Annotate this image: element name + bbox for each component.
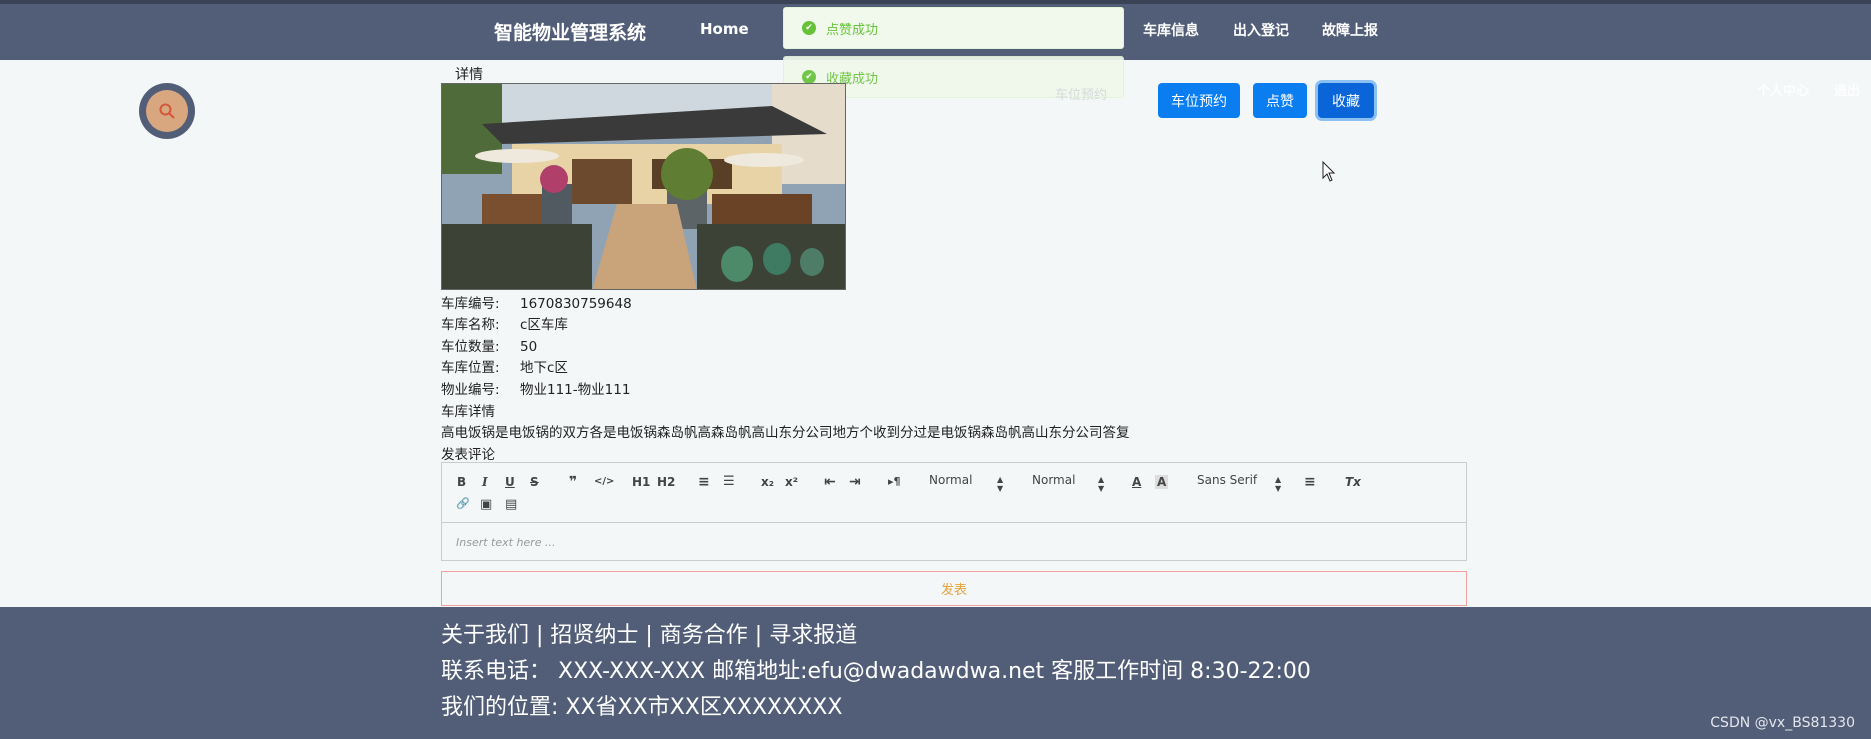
info-value: 地下c区 <box>520 360 568 376</box>
personal-center-link[interactable]: 个人中心 <box>1757 80 1809 99</box>
search-icon <box>146 90 188 132</box>
header-2-button[interactable]: H2 <box>657 475 675 489</box>
check-circle-icon: ✔ <box>802 70 816 84</box>
mouse-cursor-icon <box>1322 161 1336 182</box>
size-picker-label: Normal <box>929 473 973 487</box>
picker-arrows-icon: ▲ ▼ <box>1098 475 1105 493</box>
footer-links: 关于我们 | 招贤纳士 | 商务合作 | 寻求报道 <box>441 623 858 648</box>
toast-text: 点赞成功 <box>826 22 879 38</box>
underline-button[interactable]: U <box>505 475 515 489</box>
blockquote-button[interactable]: ❞ <box>569 474 577 490</box>
info-row-garage-name: 车库名称: c区车库 <box>441 313 568 333</box>
info-row-property-number: 物业编号: 物业111-物业111 <box>441 378 630 398</box>
info-row-garage-number: 车库编号: 1670830759648 <box>441 292 632 312</box>
nav-home[interactable]: Home <box>700 20 749 38</box>
footer: 关于我们 | 招贤纳士 | 商务合作 | 寻求报道 联系电话： XXX-XXX-… <box>0 607 1871 739</box>
like-success-toast: ✔ 点赞成功 <box>783 7 1124 49</box>
picker-arrows-icon: ▲ ▼ <box>1275 475 1282 493</box>
code-block-button[interactable]: </> <box>594 476 614 487</box>
rich-text-editor: B I U S ❞ </> H1 H2 ≡ ☰ x₂ x² ⇤ ⇥ ▸¶ Nor… <box>441 462 1467 561</box>
watermark: CSDN @vx_BS81330 <box>1710 715 1855 731</box>
submit-comment-button[interactable]: 发表 <box>441 571 1467 606</box>
info-row-space-count: 车位数量: 50 <box>441 335 537 355</box>
footer-address: 我们的位置: XX省XX市XX区XXXXXXXX <box>441 695 843 720</box>
reserve-button[interactable]: 车位预约 <box>1158 83 1240 118</box>
info-label: 物业编号: <box>441 382 500 398</box>
link-button[interactable]: 🔗 <box>456 497 470 510</box>
font-picker[interactable]: Sans Serif ▲ ▼ <box>1197 473 1287 493</box>
font-color-button[interactable]: A <box>1132 475 1141 489</box>
garage-photo <box>441 83 846 290</box>
info-label: 车库编号: <box>441 296 500 312</box>
footer-contact: 联系电话： XXX-XXX-XXX 邮箱地址:efu@dwadawdwa.net… <box>441 659 1311 684</box>
image-button[interactable]: ▣ <box>480 497 492 512</box>
info-label: 车位数量: <box>441 339 500 355</box>
info-label: 车库位置: <box>441 360 500 376</box>
nav-entry-registration[interactable]: 出入登记 <box>1233 20 1289 40</box>
italic-button[interactable]: I <box>482 475 488 489</box>
check-circle-icon: ✔ <box>802 21 816 35</box>
info-label: 车库名称: <box>441 317 500 333</box>
faded-reserve-text: 车位预约 <box>1055 88 1108 103</box>
nav-garage-info[interactable]: 车库信息 <box>1143 20 1199 40</box>
subscript-button[interactable]: x₂ <box>761 475 774 489</box>
font-picker-label: Sans Serif <box>1197 473 1258 487</box>
info-value: c区车库 <box>520 317 568 333</box>
logout-link[interactable]: 退出 <box>1834 80 1860 99</box>
info-row-location: 车库位置: 地下c区 <box>441 356 568 376</box>
garage-detail-title: 车库详情 <box>441 404 495 420</box>
text-direction-button[interactable]: ▸¶ <box>888 475 901 488</box>
favorite-button[interactable]: 收藏 <box>1318 83 1374 118</box>
ordered-list-button[interactable]: ≡ <box>698 474 710 490</box>
video-button[interactable]: ▤ <box>505 497 517 512</box>
detail-section-label: 详情 <box>455 67 483 83</box>
outdent-button[interactable]: ⇤ <box>824 474 836 490</box>
comment-title: 发表评论 <box>441 447 495 463</box>
bullet-list-button[interactable]: ☰ <box>723 474 735 489</box>
editor-toolbar: B I U S ❞ </> H1 H2 ≡ ☰ x₂ x² ⇤ ⇥ ▸¶ Nor… <box>442 463 1466 523</box>
garage-detail-text: 高电饭锅是电饭锅的双方各是电饭锅森岛帆高森岛帆高山东分公司地方个收到分过是电饭锅… <box>441 425 1130 441</box>
header-picker-label: Normal <box>1032 473 1076 487</box>
background-color-button[interactable]: A <box>1155 475 1169 489</box>
info-value: 物业111-物业111 <box>520 382 631 398</box>
header-picker[interactable]: Normal ▲ ▼ <box>1032 473 1112 493</box>
size-picker[interactable]: Normal ▲ ▼ <box>929 473 1009 493</box>
align-button[interactable]: ≡ <box>1304 474 1316 490</box>
header-1-button[interactable]: H1 <box>632 475 650 489</box>
superscript-button[interactable]: x² <box>785 475 798 489</box>
strike-button[interactable]: S <box>530 475 539 489</box>
editor-input[interactable]: Insert text here ... <box>442 523 1466 561</box>
brand-title: 智能物业管理系统 <box>494 22 647 44</box>
like-button[interactable]: 点赞 <box>1253 83 1307 118</box>
clean-format-button[interactable]: Tx <box>1345 475 1361 489</box>
search-button[interactable] <box>139 83 195 139</box>
bold-button[interactable]: B <box>457 475 466 489</box>
picker-arrows-icon: ▲ ▼ <box>997 475 1004 493</box>
nav-fault-report[interactable]: 故障上报 <box>1322 20 1378 40</box>
info-value: 50 <box>520 339 538 355</box>
info-value: 1670830759648 <box>520 296 632 312</box>
indent-button[interactable]: ⇥ <box>849 474 861 490</box>
